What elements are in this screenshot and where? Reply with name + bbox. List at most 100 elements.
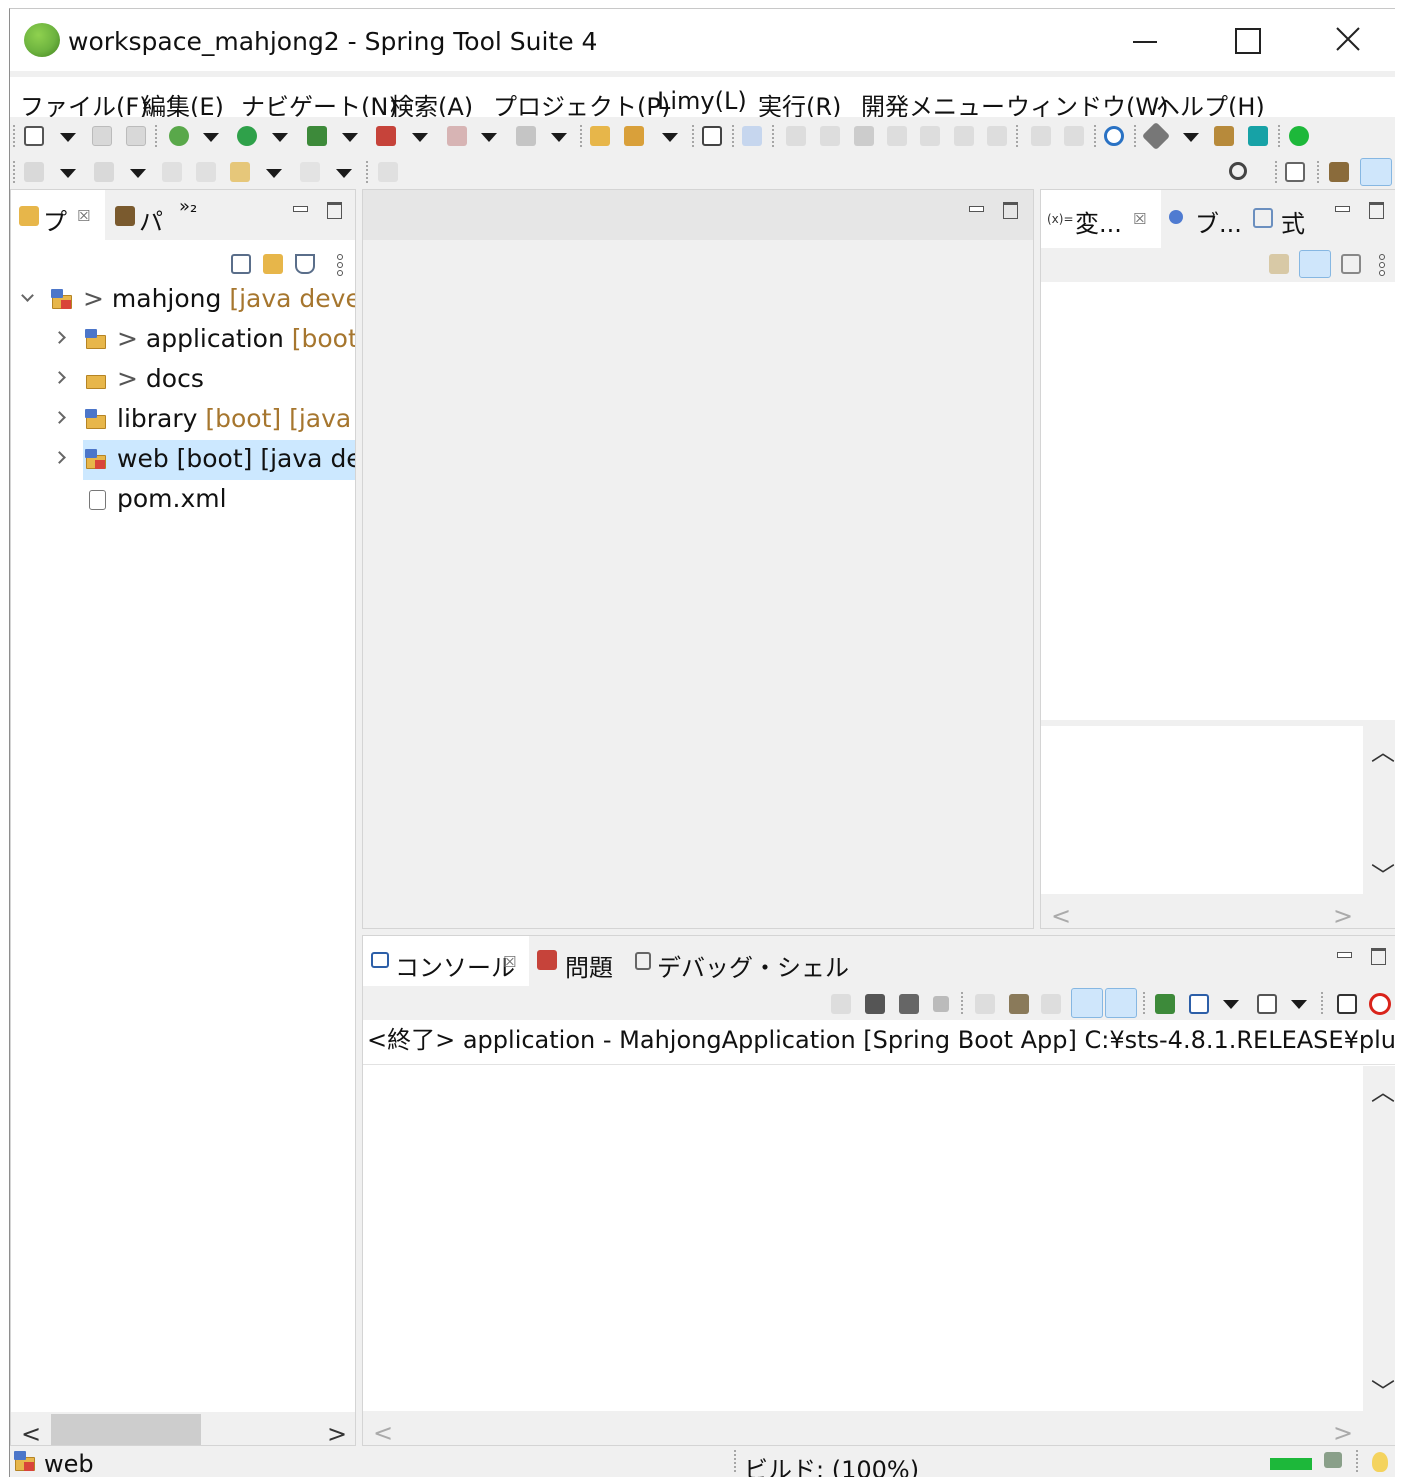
- new-dropdown-icon[interactable]: [60, 133, 76, 142]
- horizontal-scrollbar[interactable]: < >: [11, 1412, 355, 1445]
- console-icon[interactable]: [702, 126, 722, 146]
- coverage-dropdown-icon[interactable]: [551, 133, 567, 142]
- disconnect-icon[interactable]: [887, 126, 907, 146]
- scroll-right-icon[interactable]: >: [1333, 1419, 1353, 1445]
- show-on-stderr-icon[interactable]: [1105, 988, 1137, 1018]
- scroll-right-icon[interactable]: >: [1333, 902, 1353, 928]
- link-with-editor-icon[interactable]: [263, 254, 283, 274]
- open-console-icon[interactable]: [1257, 994, 1277, 1014]
- resume-icon[interactable]: [786, 126, 806, 146]
- open-console-dropdown-icon[interactable]: [1291, 1000, 1307, 1009]
- suspend-icon[interactable]: [820, 126, 840, 146]
- java-perspective-icon[interactable]: [1329, 162, 1349, 182]
- scroll-up-icon[interactable]: ︿: [1371, 732, 1395, 767]
- tree-item-pom[interactable]: pom.xml: [11, 480, 355, 520]
- pin-editor-icon[interactable]: [378, 162, 398, 182]
- vertical-scrollbar[interactable]: ︿ ﹀: [1363, 1066, 1395, 1411]
- collapse-all-icon[interactable]: [1341, 254, 1361, 274]
- skip-breakpoints-icon[interactable]: [742, 126, 762, 146]
- collapse-all-icon[interactable]: [231, 254, 251, 274]
- tab-problems-label[interactable]: 問題: [565, 948, 613, 983]
- open-perspective-icon[interactable]: [1285, 162, 1305, 182]
- detail-pane-sash[interactable]: [1041, 720, 1395, 726]
- horizontal-scrollbar[interactable]: < >: [363, 1411, 1395, 1445]
- remove-all-terminated-icon[interactable]: [899, 994, 919, 1014]
- tree-item-library[interactable]: library [boot] [java de: [11, 400, 355, 440]
- next-annotation-icon[interactable]: [24, 162, 44, 182]
- tab-variables[interactable]: (x)= 変... ☒: [1041, 190, 1161, 248]
- power-icon[interactable]: [1289, 126, 1309, 146]
- minimize-view-icon[interactable]: [1335, 946, 1353, 964]
- new-icon[interactable]: [24, 126, 44, 146]
- tab-package-explorer[interactable]: プ ☒: [11, 190, 105, 240]
- maximize-editor-icon[interactable]: [1001, 200, 1019, 219]
- open-folder-icon[interactable]: [590, 126, 610, 146]
- last-edit-forward-icon[interactable]: [196, 162, 216, 182]
- view-menu-icon[interactable]: [337, 254, 343, 274]
- minimize-view-icon[interactable]: [291, 200, 309, 218]
- horizontal-scrollbar[interactable]: < >: [1041, 894, 1395, 928]
- step-filters-icon[interactable]: [1064, 126, 1084, 146]
- tree-item-web[interactable]: web [boot] [java dev: [11, 440, 355, 480]
- progress-view-icon[interactable]: [1324, 1452, 1342, 1468]
- prev-annotation-dropdown-icon[interactable]: [130, 169, 146, 178]
- back-icon[interactable]: [230, 162, 250, 182]
- maximize-view-icon[interactable]: [1369, 946, 1387, 965]
- tab-close-icon[interactable]: ☒: [1133, 210, 1146, 228]
- coverage-icon[interactable]: [516, 126, 536, 146]
- step-into-icon[interactable]: [920, 126, 940, 146]
- maximize-button[interactable]: [1215, 17, 1275, 63]
- show-type-names-icon[interactable]: [1269, 254, 1289, 274]
- tab-close-icon[interactable]: ☒: [77, 207, 90, 225]
- chevron-right-icon[interactable]: [53, 331, 66, 344]
- tab-console[interactable]: コンソール ☒: [363, 936, 529, 986]
- save-all-icon[interactable]: [126, 126, 146, 146]
- tab-debug-shell-label[interactable]: デバッグ・シェル: [657, 948, 849, 983]
- scroll-up-icon[interactable]: ︿: [1371, 1072, 1395, 1107]
- boot-run-icon[interactable]: [307, 126, 327, 146]
- scroll-right-icon[interactable]: >: [327, 1420, 347, 1445]
- back-dropdown-icon[interactable]: [266, 169, 282, 178]
- filter-icon[interactable]: [295, 254, 315, 274]
- tab-breakpoints-label[interactable]: ブ...: [1195, 204, 1242, 239]
- boot-dashboard-icon[interactable]: [624, 126, 644, 146]
- forward-icon[interactable]: [300, 162, 320, 182]
- minimize-button[interactable]: [1115, 17, 1175, 63]
- step-return-icon[interactable]: [987, 126, 1007, 146]
- show-on-stdout-icon[interactable]: [1071, 988, 1103, 1018]
- task-icon[interactable]: [1214, 126, 1234, 146]
- drop-to-frame-icon[interactable]: [1031, 126, 1051, 146]
- scroll-left-icon[interactable]: <: [1051, 902, 1071, 928]
- scroll-down-icon[interactable]: ﹀: [1371, 856, 1395, 891]
- debug-dropdown-icon[interactable]: [203, 133, 219, 142]
- maximize-view-icon[interactable]: [325, 200, 343, 219]
- tab-project-explorer-label[interactable]: パ: [139, 202, 163, 237]
- stop-dropdown-icon[interactable]: [481, 133, 497, 142]
- display-console-icon[interactable]: [1189, 994, 1209, 1014]
- close-button[interactable]: [1317, 17, 1377, 63]
- diamond-icon[interactable]: [1141, 121, 1171, 151]
- external-tools-icon[interactable]: [376, 126, 396, 146]
- chevron-right-icon[interactable]: [53, 371, 66, 384]
- lightbulb-icon[interactable]: [1372, 1452, 1388, 1472]
- run-icon[interactable]: [237, 126, 257, 146]
- maximize-view-icon[interactable]: [1367, 200, 1385, 219]
- menu-limy[interactable]: Limy(L): [657, 87, 747, 115]
- build-progress-bar[interactable]: [1270, 1458, 1312, 1470]
- settings-gear-icon[interactable]: [1104, 126, 1124, 146]
- next-annotation-dropdown-icon[interactable]: [60, 169, 76, 178]
- last-edit-icon[interactable]: [162, 162, 182, 182]
- disconnect-icon[interactable]: [831, 994, 851, 1014]
- step-over-icon[interactable]: [954, 126, 974, 146]
- clear-console-icon[interactable]: [975, 994, 995, 1014]
- chevron-down-icon[interactable]: [21, 289, 34, 302]
- minimize-editor-icon[interactable]: [967, 200, 985, 218]
- debug-perspective-icon[interactable]: [1360, 158, 1392, 186]
- antlr-icon[interactable]: [1369, 993, 1391, 1015]
- tree-item-mahjong[interactable]: > mahjong [java develo: [11, 280, 355, 320]
- search-box-icon[interactable]: [1248, 126, 1268, 146]
- scroll-down-icon[interactable]: ﹀: [1371, 1372, 1395, 1407]
- tree-item-application[interactable]: > application [boot]: [11, 320, 355, 360]
- pin-console-icon[interactable]: [1155, 994, 1175, 1014]
- tree-item-docs[interactable]: > docs: [11, 360, 355, 400]
